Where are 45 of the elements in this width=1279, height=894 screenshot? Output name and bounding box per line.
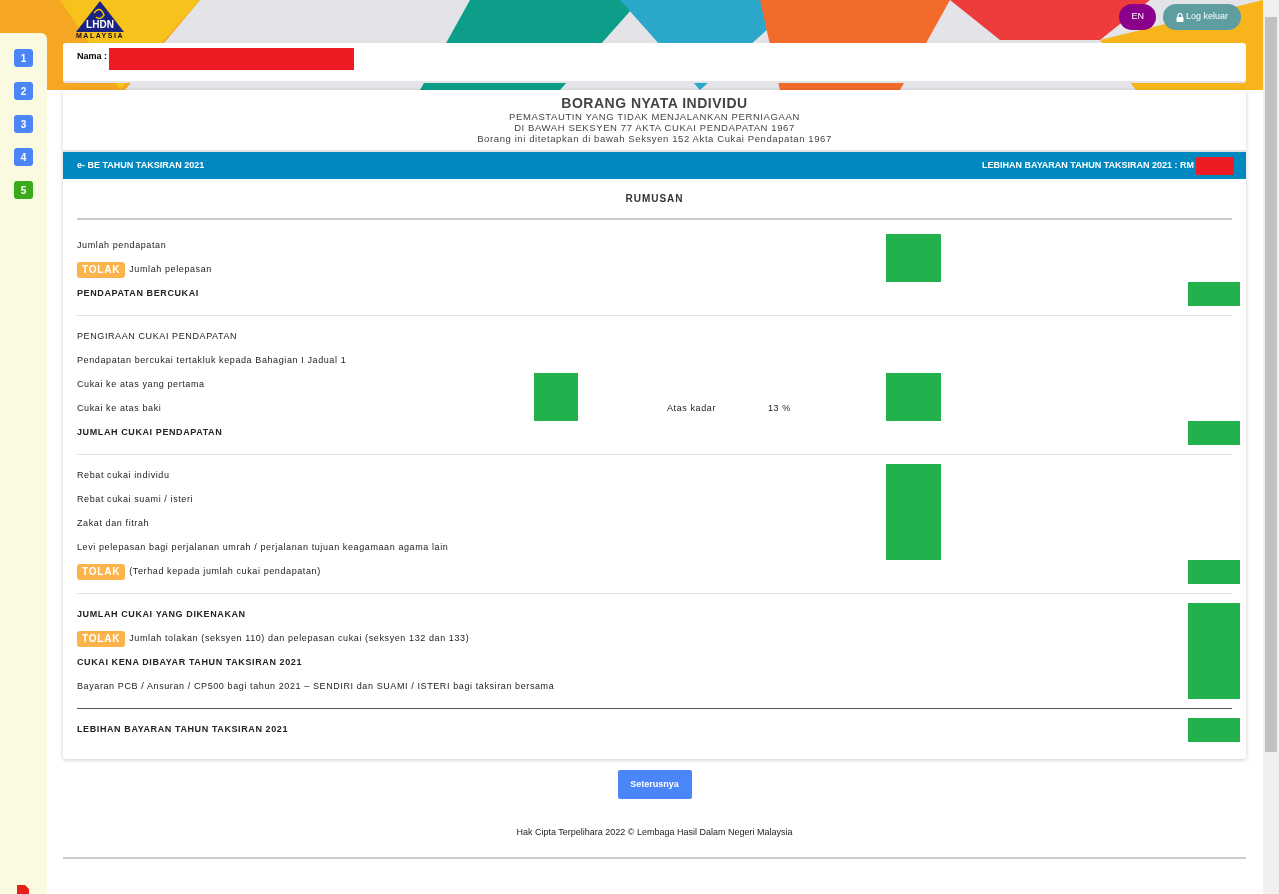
row-label: Zakat dan fitrah bbox=[77, 517, 150, 531]
deduct-badge: TOLAK bbox=[77, 262, 126, 278]
step-button[interactable]: 2 bbox=[14, 82, 33, 100]
row-label: LEBIHAN BAYARAN TAHUN TAKSIRAN 2021 bbox=[77, 723, 289, 737]
step-button[interactable]: 3 bbox=[14, 115, 33, 133]
overpayment-label: LEBIHAN BAYARAN TAHUN TAKSIRAN 2021 : RM bbox=[981, 158, 1194, 172]
scrollbar[interactable] bbox=[1263, 0, 1279, 894]
row-label: Cukai ke atas yang pertama bbox=[77, 378, 205, 392]
deduct-badge: TOLAK bbox=[77, 564, 126, 580]
step-button[interactable]: 5 bbox=[14, 181, 33, 199]
lock-icon bbox=[1175, 12, 1184, 22]
row-label: (Terhad kepada jumlah cukai pendapatan) bbox=[129, 565, 321, 579]
logo-text: LHDN bbox=[86, 20, 114, 30]
name-label: Nama : bbox=[77, 50, 107, 63]
row-label: Bayaran PCB / Ansuran / CP500 bagi tahun 2021 – SENDIRI dan SUAMI / ISTERI bagi taksiran bersama bbox=[77, 680, 555, 694]
assessment-year-label: e- BE TAHUN TAKSIRAN 2021 bbox=[77, 158, 205, 172]
copyright-text: Hak Cipta Terpelihara 2022 © Lembaga Hasil Dalam Negeri Malaysia bbox=[516, 826, 793, 839]
row-label: Jumlah pelepasan bbox=[129, 263, 212, 277]
row-label: CUKAI KENA DIBAYAR TAHUN TAKSIRAN 2021 bbox=[77, 656, 302, 670]
language-button[interactable]: EN bbox=[1119, 4, 1156, 30]
row-label: JUMLAH CUKAI YANG DIKENAKAN bbox=[77, 608, 246, 622]
form-subtitle: PEMASTAUTIN YANG TIDAK MENJALANKAN PERNIAGAAN bbox=[509, 111, 800, 122]
row-label: JUMLAH CUKAI PENDAPATAN bbox=[77, 426, 223, 440]
logo-emblem-icon bbox=[76, 1, 124, 32]
summary-title: RUMUSAN bbox=[625, 192, 684, 206]
form-title: BORANG NYATA INDIVIDU bbox=[561, 96, 748, 111]
row-label: PENDAPATAN BERCUKAI bbox=[77, 287, 199, 301]
step-button[interactable]: 4 bbox=[14, 148, 33, 166]
row-label: Jumlah tolakan (seksyen 110) dan pelepasan cukai (seksyen 132 dan 133) bbox=[129, 632, 470, 646]
row-label: Pendapatan bercukai tertakluk kepada Bahagian I Jadual 1 bbox=[77, 354, 347, 368]
logout-button[interactable]: Log keluar bbox=[1162, 4, 1241, 30]
row-label: Cukai ke atas baki bbox=[77, 402, 162, 416]
redacted-block bbox=[1196, 156, 1234, 175]
row-label: Rebat cukai suami / isteri bbox=[77, 493, 194, 507]
next-button[interactable]: Seterusnya bbox=[617, 770, 692, 799]
step-button[interactable]: 1 bbox=[14, 49, 33, 67]
row-label: Jumlah pendapatan bbox=[77, 239, 167, 253]
deduct-badge: TOLAK bbox=[77, 631, 126, 647]
form-subtitle: Borang ini ditetapkan di bawah Seksyen 152 Akta Cukai Pendapatan 1967 bbox=[477, 133, 832, 144]
form-subtitle: DI BAWAH SEKSYEN 77 AKTA CUKAI PENDAPATAN 1967 bbox=[514, 122, 795, 133]
row-label: Levi pelepasan bagi perjalanan umrah / perjalanan tujuan keagamaan agama lain bbox=[77, 541, 449, 555]
rate-label: Atas kadar bbox=[667, 402, 718, 416]
row-label: Rebat cukai individu bbox=[77, 469, 170, 483]
row-label: PENGIRAAN CUKAI PENDAPATAN bbox=[77, 330, 238, 344]
rate-value: 13 % bbox=[768, 402, 791, 416]
